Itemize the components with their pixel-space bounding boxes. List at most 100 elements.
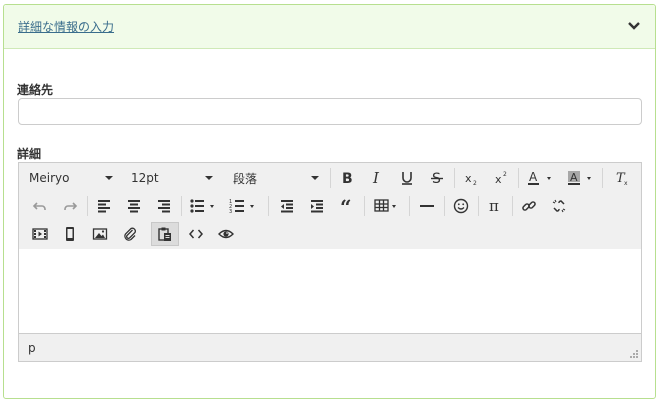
bullet-list-button[interactable]	[185, 194, 221, 218]
emoticon-icon	[453, 198, 469, 214]
toolbar-separator	[409, 196, 410, 216]
text-color-icon: A	[528, 170, 551, 185]
mobile-button[interactable]	[57, 222, 83, 246]
align-center-icon	[128, 200, 140, 213]
undo-icon	[32, 202, 46, 210]
font-family-value: Meiryo	[29, 171, 70, 185]
element-path[interactable]: p	[28, 341, 36, 355]
resize-handle-icon[interactable]	[630, 350, 638, 358]
block-format-select[interactable]: 段落	[225, 166, 325, 190]
indent-icon	[311, 200, 323, 213]
source-code-button[interactable]	[183, 222, 209, 246]
details-label: 詳細	[17, 147, 42, 161]
redo-icon	[64, 202, 78, 210]
table-button[interactable]	[370, 194, 404, 218]
toolbar-row-3	[19, 220, 641, 248]
undo-button[interactable]	[27, 194, 53, 218]
pi-button[interactable]: π	[482, 194, 508, 218]
svg-text:I: I	[372, 170, 380, 186]
font-size-select[interactable]: 12pt	[123, 166, 219, 190]
superscript-icon: x2	[495, 171, 507, 186]
preview-button[interactable]	[213, 222, 239, 246]
contact-input[interactable]	[18, 98, 642, 125]
toolbar-separator	[330, 168, 331, 188]
chevron-down-icon	[105, 176, 113, 180]
subscript-button[interactable]: x2	[458, 166, 484, 190]
toolbar-separator	[181, 196, 182, 216]
clear-formatting-icon: Tx	[616, 171, 628, 186]
toolbar-row-2: 123 “ π	[19, 192, 641, 220]
subscript-icon: x2	[465, 172, 477, 186]
font-family-select[interactable]: Meiryo	[21, 166, 119, 190]
svg-text:x: x	[624, 180, 628, 186]
mobile-icon	[66, 227, 74, 241]
clear-formatting-button[interactable]: Tx	[609, 166, 635, 190]
italic-icon: I	[372, 170, 380, 186]
editor-statusbar: p	[19, 333, 641, 361]
align-right-icon	[158, 200, 170, 213]
superscript-button[interactable]: x2	[488, 166, 514, 190]
align-center-button[interactable]	[121, 194, 147, 218]
toolbar-separator	[364, 196, 365, 216]
svg-text:x: x	[465, 172, 472, 185]
redo-button[interactable]	[57, 194, 83, 218]
details-panel: 詳細な情報の入力 連絡先 詳細 Meiryo 12pt 段落 B I S x 2…	[3, 4, 656, 399]
outdent-icon	[281, 200, 293, 213]
bold-button[interactable]: B	[334, 166, 360, 190]
underline-icon	[402, 172, 412, 185]
strikethrough-button[interactable]: S	[424, 166, 450, 190]
image-icon	[92, 228, 108, 240]
outdent-button[interactable]	[274, 194, 300, 218]
code-icon	[189, 229, 203, 239]
rich-text-editor: Meiryo 12pt 段落 B I S x 2 x 2 A A T x 1 2…	[18, 162, 642, 362]
toolbar-separator	[602, 168, 603, 188]
numbered-list-button[interactable]: 123	[225, 194, 261, 218]
toolbar-separator	[454, 168, 455, 188]
horizontal-rule-button[interactable]	[414, 194, 440, 218]
block-format-value: 段落	[233, 171, 258, 186]
background-color-icon: A	[568, 171, 591, 185]
numbered-list-icon: 123	[229, 199, 254, 214]
unlink-button[interactable]	[546, 194, 572, 218]
link-icon	[522, 201, 536, 211]
media-button[interactable]	[27, 222, 53, 246]
toolbar-row-1: Meiryo 12pt 段落 B I S x 2 x 2 A A T x	[19, 164, 641, 192]
toolbar-separator	[268, 196, 269, 216]
italic-button[interactable]: I	[364, 166, 390, 190]
align-right-button[interactable]	[151, 194, 177, 218]
align-left-button[interactable]	[91, 194, 117, 218]
svg-text:3: 3	[229, 209, 232, 214]
svg-text:x: x	[495, 173, 502, 186]
bullet-list-icon	[190, 199, 214, 213]
text-color-button[interactable]: A	[522, 166, 558, 190]
panel-title-link[interactable]: 詳細な情報の入力	[18, 18, 114, 35]
bold-icon: B	[342, 171, 353, 186]
chevron-down-icon	[205, 176, 213, 180]
chevron-down-icon[interactable]	[627, 19, 641, 33]
toolbar-separator	[518, 168, 519, 188]
svg-text:2: 2	[473, 180, 477, 186]
editor-content-area[interactable]	[19, 249, 641, 333]
indent-button[interactable]	[304, 194, 330, 218]
preview-icon	[218, 229, 234, 239]
svg-text:π: π	[489, 198, 499, 214]
blockquote-button[interactable]: “	[334, 194, 360, 218]
horizontal-rule-icon	[420, 205, 434, 207]
toolbar-separator	[478, 196, 479, 216]
svg-text:A: A	[529, 170, 538, 184]
panel-header[interactable]: 詳細な情報の入力	[4, 5, 655, 49]
paste-icon	[158, 227, 171, 241]
table-icon	[374, 199, 396, 212]
background-color-button[interactable]: A	[562, 166, 598, 190]
image-button[interactable]	[87, 222, 113, 246]
underline-button[interactable]	[394, 166, 420, 190]
attachment-button[interactable]	[117, 222, 143, 246]
svg-text:B: B	[342, 171, 353, 186]
paste-button[interactable]	[151, 222, 179, 246]
link-button[interactable]	[516, 194, 542, 218]
svg-text:2: 2	[503, 171, 507, 178]
emoticon-button[interactable]	[448, 194, 474, 218]
contact-label: 連絡先	[17, 83, 54, 97]
unlink-icon	[552, 199, 566, 213]
svg-text:A: A	[570, 171, 578, 184]
